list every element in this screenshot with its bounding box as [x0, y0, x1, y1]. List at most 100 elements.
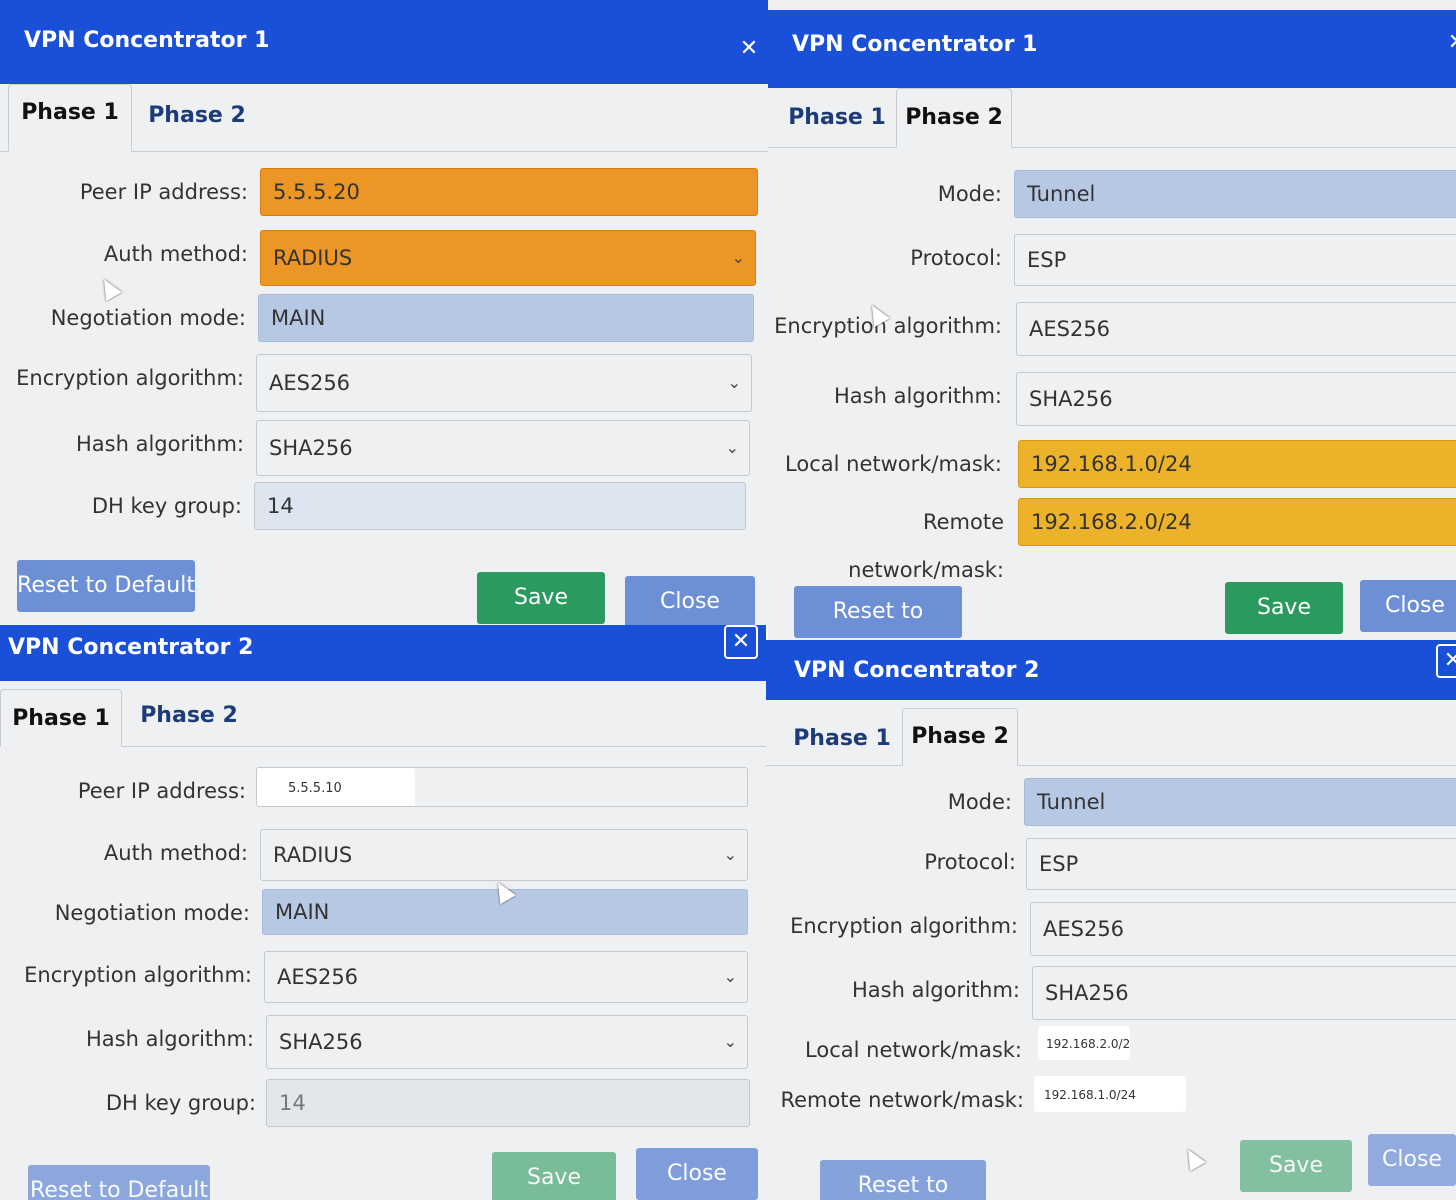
- save-button[interactable]: Save: [1240, 1140, 1352, 1192]
- auth-method-label: Auth method:: [103, 242, 248, 266]
- hash-row: Hash algorithm: SHA256 ⌄: [0, 420, 768, 476]
- encryption-label: Encryption algorithm:: [790, 914, 1018, 938]
- tab-strip: Phase 1 Phase 2: [766, 708, 1456, 766]
- encryption-label: Encryption algorithm:: [24, 963, 252, 987]
- negotiation-mode-field: MAIN: [258, 294, 754, 342]
- tab-phase-1[interactable]: Phase 1: [786, 714, 898, 764]
- close-button[interactable]: Close: [1360, 580, 1456, 632]
- peer-ip-input[interactable]: 5.5.5.10: [256, 767, 748, 807]
- hash-label: Hash algorithm:: [851, 978, 1020, 1002]
- protocol-select[interactable]: ESP: [1014, 234, 1456, 286]
- auth-method-value: RADIUS: [273, 246, 353, 270]
- encryption-label: Encryption algorithm:: [16, 366, 244, 390]
- negotiation-mode-label: Negotiation mode:: [54, 901, 250, 925]
- reset-to-default-button[interactable]: Reset to Default: [820, 1160, 986, 1200]
- remote-network-input[interactable]: 192.168.1.0/24: [1034, 1076, 1186, 1112]
- peer-ip-input[interactable]: 5.5.5.20: [260, 168, 758, 216]
- hash-select[interactable]: SHA256: [1016, 372, 1456, 426]
- protocol-row: Protocol: ESP: [768, 234, 1456, 290]
- dh-group-row: DH key group: 14: [0, 482, 768, 538]
- save-button[interactable]: Save: [477, 572, 605, 624]
- save-button[interactable]: Save: [492, 1152, 616, 1200]
- chevron-down-icon: ⌄: [727, 373, 741, 392]
- protocol-row: Protocol: ESP: [766, 838, 1456, 894]
- remote-network-label: Remote network/mask:: [780, 1088, 1024, 1112]
- auth-method-select[interactable]: RADIUS ⌄: [260, 230, 756, 286]
- local-network-input[interactable]: 192.168.1.0/24: [1018, 440, 1456, 488]
- remote-network-label: Remote network/mask:: [848, 510, 1004, 582]
- remote-network-row: Remote network/mask: 192.168.2.0/24: [768, 498, 1456, 582]
- encryption-select[interactable]: AES256: [1016, 302, 1456, 356]
- tab-phase-1[interactable]: Phase 1: [8, 84, 132, 152]
- tab-phase-2[interactable]: Phase 2: [130, 689, 248, 743]
- local-network-input[interactable]: 192.168.2.0/24: [1038, 1026, 1130, 1060]
- dialog-title: VPN Concentrator 1: [792, 32, 1038, 57]
- mode-label: Mode:: [937, 182, 1002, 206]
- peer-ip-value: 5.5.5.10: [257, 768, 415, 806]
- encryption-select[interactable]: AES256: [1030, 902, 1456, 956]
- vpn1-phase2-dialog: VPN Concentrator 1 ✕ Phase 1 Phase 2 Mod…: [768, 0, 1456, 640]
- dialog-titlebar: VPN Concentrator 2 ✕: [766, 640, 1456, 700]
- remote-network-input[interactable]: 192.168.2.0/24: [1018, 498, 1456, 546]
- close-button[interactable]: Close: [1368, 1134, 1456, 1186]
- protocol-value: ESP: [1039, 852, 1079, 876]
- mode-row: Mode: Tunnel: [766, 778, 1456, 834]
- remote-network-row: Remote network/mask: 192.168.1.0/24: [766, 1076, 1456, 1132]
- tab-strip: Phase 1 Phase 2: [768, 88, 1456, 148]
- negotiation-mode-label: Negotiation mode:: [50, 306, 246, 330]
- hash-select[interactable]: SHA256 ⌄: [256, 420, 750, 476]
- hash-select[interactable]: SHA256 ⌄: [266, 1015, 748, 1069]
- tab-strip: Phase 1 Phase 2: [0, 689, 766, 747]
- protocol-select[interactable]: ESP: [1026, 838, 1456, 890]
- auth-method-label: Auth method:: [103, 841, 248, 865]
- dh-group-field: 14: [254, 482, 746, 530]
- peer-ip-label: Peer IP address:: [77, 779, 246, 803]
- close-button[interactable]: Close: [625, 576, 755, 625]
- chevron-down-icon: ⌄: [723, 1032, 737, 1051]
- reset-to-default-button[interactable]: Reset to Default: [794, 586, 962, 638]
- protocol-label: Protocol:: [924, 850, 1016, 874]
- auth-method-row: Auth method: RADIUS ⌄: [0, 230, 768, 286]
- local-network-label: Local network/mask:: [805, 1038, 1022, 1062]
- local-network-row: Local network/mask: 192.168.2.0/24: [766, 1026, 1456, 1082]
- tab-phase-1[interactable]: Phase 1: [782, 92, 892, 144]
- hash-row: Hash algorithm: SHA256 ⌄: [0, 1015, 766, 1071]
- close-icon[interactable]: ✕: [724, 625, 758, 659]
- close-icon[interactable]: ✕: [1440, 28, 1456, 62]
- tab-phase-2[interactable]: Phase 2: [902, 708, 1018, 766]
- hash-value: SHA256: [269, 436, 353, 460]
- mode-row: Mode: Tunnel: [768, 170, 1456, 226]
- save-button[interactable]: Save: [1225, 582, 1343, 634]
- encryption-value: AES256: [269, 371, 351, 395]
- reset-to-default-button[interactable]: Reset to Default: [17, 560, 195, 612]
- chevron-down-icon: ⌄: [725, 438, 739, 457]
- negotiation-mode-row: Negotiation mode: MAIN: [0, 889, 766, 945]
- reset-to-default-button[interactable]: Reset to Default: [28, 1165, 210, 1200]
- encryption-row: Encryption algorithm: AES256: [766, 902, 1456, 958]
- dialog-titlebar: VPN Concentrator 1 ✕: [0, 0, 768, 84]
- mode-label: Mode:: [947, 790, 1012, 814]
- close-button[interactable]: Close: [636, 1148, 758, 1200]
- dialog-title: VPN Concentrator 2: [794, 658, 1040, 683]
- hash-label: Hash algorithm:: [85, 1027, 254, 1051]
- hash-row: Hash algorithm: SHA256: [768, 372, 1456, 428]
- tab-phase-2[interactable]: Phase 2: [896, 88, 1012, 148]
- tab-phase-2[interactable]: Phase 2: [142, 88, 252, 148]
- encryption-value: AES256: [1043, 917, 1125, 941]
- hash-select[interactable]: SHA256: [1032, 966, 1456, 1020]
- tab-phase-1[interactable]: Phase 1: [0, 689, 122, 747]
- close-icon[interactable]: ✕: [1436, 644, 1456, 678]
- protocol-value: ESP: [1027, 248, 1067, 272]
- auth-method-row: Auth method: RADIUS ⌄: [0, 829, 766, 885]
- close-icon[interactable]: ✕: [732, 34, 766, 68]
- auth-method-select[interactable]: RADIUS ⌄: [260, 829, 748, 881]
- encryption-select[interactable]: AES256 ⌄: [256, 354, 752, 412]
- encryption-row: Encryption algorithm: AES256 ⌄: [0, 951, 766, 1007]
- local-network-value: 192.168.2.0/24: [1039, 1027, 1129, 1059]
- hash-value: SHA256: [1029, 387, 1113, 411]
- dh-group-field: 14: [266, 1079, 750, 1127]
- mouse-pointer-icon: [1180, 1144, 1206, 1172]
- mode-field: Tunnel: [1024, 778, 1456, 826]
- peer-ip-row: Peer IP address: 5.5.5.10: [0, 767, 766, 823]
- encryption-select[interactable]: AES256 ⌄: [264, 951, 748, 1003]
